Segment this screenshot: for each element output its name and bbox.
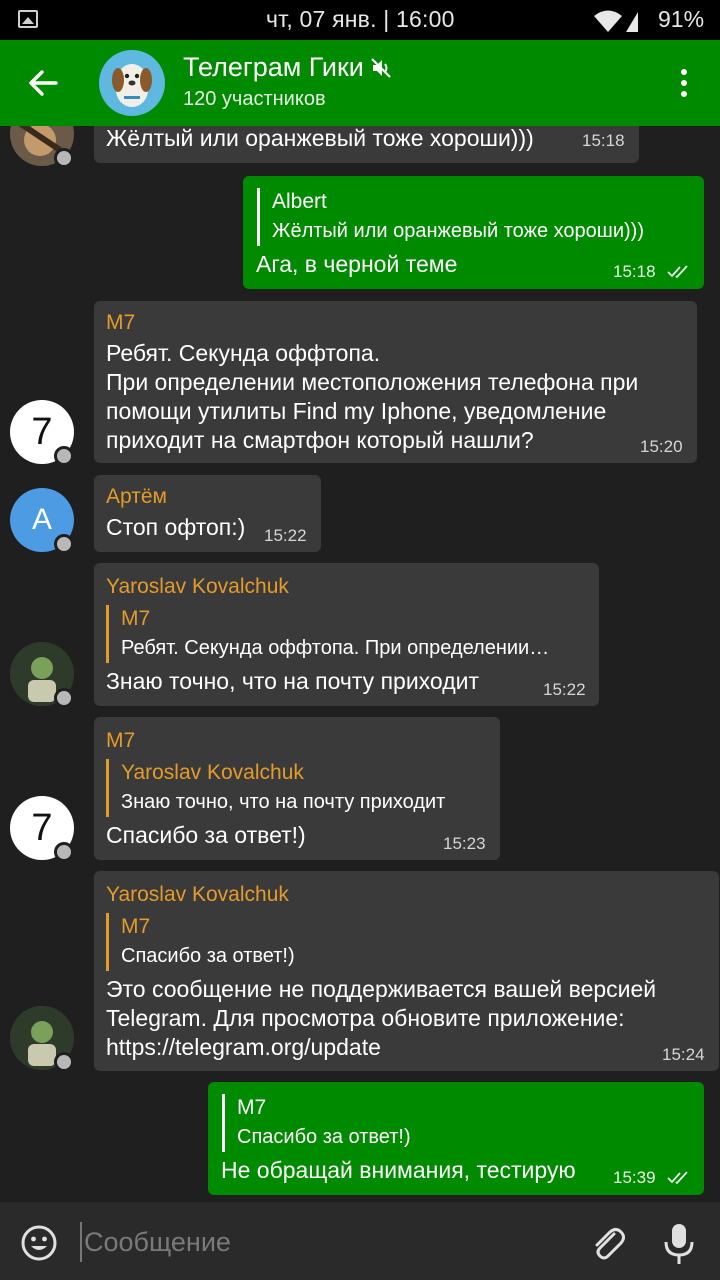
message-text-line: Telegram. Для просмотра обновите приложе… — [106, 1005, 625, 1031]
message-bubble[interactable]: M7 Yaroslav Kovalchuk Знаю точно, что на… — [94, 717, 500, 860]
message-text: Стоп офтоп:) — [106, 514, 246, 540]
chat-title[interactable]: Телеграм Гики — [183, 52, 392, 83]
member-count: 120 участников — [183, 88, 326, 110]
reply-text: Жёлтый или оранжевый тоже хороши))) — [272, 220, 644, 242]
more-options-button[interactable] — [664, 60, 704, 106]
message-time: 15:23 — [443, 834, 486, 853]
message-bubble[interactable]: Жёлтый или оранжевый тоже хороши))) 15:1… — [94, 126, 639, 163]
chat-header: Телеграм Гики 120 участников — [0, 40, 720, 126]
sender-name[interactable]: M7 — [106, 311, 135, 335]
message-time: 15:39 — [613, 1168, 656, 1187]
message-text: Знаю точно, что на почту приходит — [106, 668, 479, 694]
message-bubble[interactable]: M7 Ребят. Секунда оффтопа. При определен… — [94, 301, 697, 463]
reply-text: Спасибо за ответ!) — [237, 1126, 411, 1148]
sender-name[interactable]: Yaroslav Kovalchuk — [106, 883, 289, 907]
reply-sender: M7 — [121, 607, 151, 630]
message-text-line: приходит на смартфон который нашли? — [106, 427, 534, 453]
dog-avatar-icon — [112, 64, 152, 107]
reply-quote[interactable]: M7 Спасибо за ответ!) — [222, 1094, 411, 1152]
mute-icon — [371, 57, 391, 78]
message-text-line: При определении местоположения телефона … — [106, 369, 639, 395]
sender-name[interactable]: Yaroslav Kovalchuk — [106, 575, 289, 599]
message-text: Не обращай внимания, тестирую — [221, 1157, 576, 1183]
emoji-icon[interactable] — [20, 1224, 58, 1262]
reply-quote[interactable]: M7 Ребят. Секунда оффтопа. При определен… — [106, 605, 549, 663]
avatar[interactable]: 7 — [10, 796, 74, 862]
reply-text: Ребят. Секунда оффтопа. При определении… — [121, 637, 550, 659]
message-text: Жёлтый или оранжевый тоже хороши))) — [106, 126, 534, 151]
reply-sender: M7 — [237, 1096, 267, 1119]
message-link[interactable]: https://telegram.org/update — [106, 1033, 381, 1062]
status-bar: чт, 07 янв. | 16:00 91% — [0, 0, 720, 40]
message-bubble[interactable]: Yaroslav Kovalchuk M7 Ребят. Секунда офф… — [94, 563, 599, 706]
reply-sender: Albert — [272, 190, 327, 213]
message-composer — [0, 1202, 720, 1280]
double-check-icon — [667, 265, 688, 279]
wifi-signal-icon — [594, 10, 638, 32]
avatar[interactable]: A — [10, 488, 74, 554]
image-icon — [18, 10, 38, 28]
microphone-icon[interactable] — [662, 1222, 696, 1266]
chat-avatar[interactable] — [99, 50, 165, 116]
message-time: 15:18 — [582, 131, 625, 150]
online-status-dot — [54, 534, 74, 554]
message-time: 15:24 — [662, 1045, 705, 1064]
message-text: Ага, в черной теме — [256, 251, 458, 277]
message-text-line: Это сообщение не поддерживается вашей ве… — [106, 976, 657, 1002]
reply-quote[interactable]: M7 Спасибо за ответ!) — [106, 913, 295, 971]
message-bubble-outgoing[interactable]: Albert Жёлтый или оранжевый тоже хороши)… — [243, 176, 704, 289]
message-time: 15:18 — [613, 262, 656, 281]
reply-sender: Yaroslav Kovalchuk — [121, 761, 304, 784]
avatar[interactable] — [10, 642, 74, 708]
online-status-dot — [54, 688, 74, 708]
avatar[interactable] — [10, 126, 74, 168]
message-time: 15:22 — [264, 526, 307, 545]
message-list[interactable]: Жёлтый или оранжевый тоже хороши))) 15:1… — [0, 126, 720, 1202]
online-status-dot — [54, 842, 74, 862]
back-arrow-icon — [29, 70, 58, 96]
online-status-dot — [54, 1052, 74, 1072]
reply-quote[interactable]: Yaroslav Kovalchuk Знаю точно, что на по… — [106, 759, 445, 817]
chat-title-text: Телеграм Гики — [183, 52, 364, 82]
sender-name[interactable]: M7 — [106, 729, 135, 753]
message-input[interactable] — [80, 1222, 560, 1262]
message-time: 15:22 — [543, 680, 586, 699]
status-datetime: чт, 07 янв. | 16:00 — [266, 6, 455, 32]
paperclip-icon[interactable] — [588, 1224, 628, 1264]
reply-sender: M7 — [121, 915, 151, 938]
message-time: 15:20 — [640, 437, 683, 456]
avatar[interactable]: 7 — [10, 400, 74, 466]
message-text: Спасибо за ответ!) — [106, 822, 306, 848]
reply-text: Спасибо за ответ!) — [121, 945, 295, 967]
battery-level: 91% — [658, 6, 705, 32]
back-button[interactable] — [18, 58, 68, 108]
double-check-icon — [667, 1171, 688, 1185]
more-vert-icon — [681, 69, 687, 75]
message-text-line: помощи утилиты Find my Iphone, уведомлен… — [106, 398, 607, 424]
message-bubble-outgoing[interactable]: M7 Спасибо за ответ!) Не обращай внимани… — [208, 1082, 704, 1195]
reply-text: Знаю точно, что на почту приходит — [121, 791, 446, 813]
reply-quote[interactable]: Albert Жёлтый или оранжевый тоже хороши)… — [257, 188, 644, 246]
online-status-dot — [54, 148, 74, 168]
sender-name[interactable]: Артём — [106, 485, 167, 509]
avatar[interactable] — [10, 1006, 74, 1072]
message-bubble[interactable]: Yaroslav Kovalchuk M7 Спасибо за ответ!)… — [94, 871, 719, 1071]
online-status-dot — [54, 446, 74, 466]
message-text-line: Ребят. Секунда оффтопа. — [106, 340, 381, 366]
message-bubble[interactable]: Артём Стоп офтоп:) 15:22 — [94, 475, 321, 552]
